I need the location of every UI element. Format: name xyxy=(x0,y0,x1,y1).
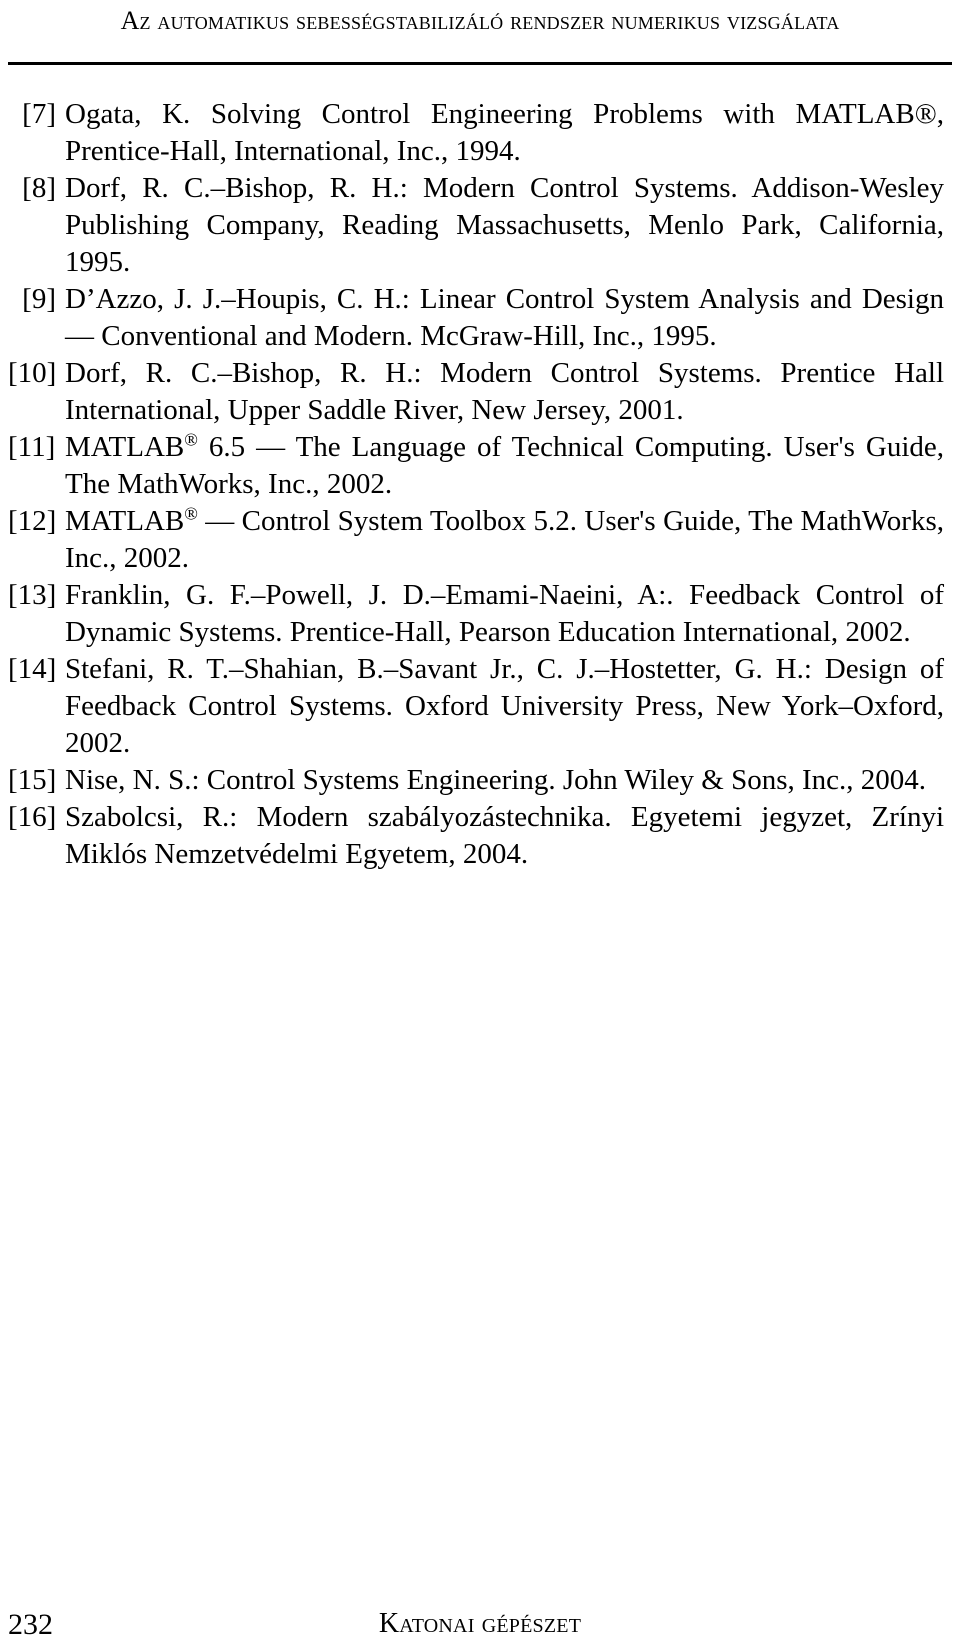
reference-text: Stefani, R. T.–Shahian, B.–Savant Jr., C… xyxy=(65,653,944,759)
header-rule xyxy=(8,62,952,65)
reference-label: [14] xyxy=(8,653,57,685)
reference-label: [12] xyxy=(8,505,57,537)
reference-entry: [16] Szabolcsi, R.: Modern szabályozáste… xyxy=(8,799,944,873)
reference-entry: [15] Nise, N. S.: Control Systems Engine… xyxy=(8,762,944,799)
reference-text: D’Azzo, J. J.–Houpis, C. H.: Linear Cont… xyxy=(65,283,944,352)
reference-label: [10] xyxy=(8,357,57,389)
registered-trademark-icon: ® xyxy=(914,98,937,130)
reference-entry: [12] MATLAB® — Control System Toolbox 5.… xyxy=(8,503,944,577)
reference-entry: [10] Dorf, R. C.–Bishop, R. H.: Modern C… xyxy=(8,355,944,429)
reference-label: [16] xyxy=(8,801,57,833)
reference-text-part: Ogata, K. Solving Control Engineering Pr… xyxy=(65,98,915,130)
reference-list: [7] Ogata, K. Solving Control Engineerin… xyxy=(8,96,944,873)
reference-text: Nise, N. S.: Control Systems Engineering… xyxy=(65,764,927,796)
reference-text: Dorf, R. C.–Bishop, R. H.: Modern Contro… xyxy=(65,172,944,278)
reference-entry: [14] Stefani, R. T.–Shahian, B.–Savant J… xyxy=(8,651,944,762)
reference-entry: [8] Dorf, R. C.–Bishop, R. H.: Modern Co… xyxy=(8,170,944,281)
reference-label: [9] xyxy=(22,283,56,315)
reference-text: Franklin, G. F.–Powell, J. D.–Emami-Naei… xyxy=(65,579,944,648)
reference-entry: [11] MATLAB® 6.5 — The Language of Techn… xyxy=(8,429,944,503)
reference-entry: [7] Ogata, K. Solving Control Engineerin… xyxy=(8,96,944,170)
reference-text: Szabolcsi, R.: Modern szabályozástechnik… xyxy=(65,801,944,870)
reference-label: [15] xyxy=(8,764,57,796)
document-page: Az automatikus sebességstabilizáló rends… xyxy=(0,0,960,1647)
reference-text: MATLAB® — Control System Toolbox 5.2. Us… xyxy=(65,503,944,577)
reference-label: [13] xyxy=(8,579,57,611)
reference-text: MATLAB® 6.5 — The Language of Technical … xyxy=(65,429,944,503)
reference-text: Ogata, K. Solving Control Engineering Pr… xyxy=(65,96,944,170)
registered-trademark-icon: ® xyxy=(184,429,198,450)
running-head: Az automatikus sebességstabilizáló rends… xyxy=(120,6,840,35)
registered-trademark-icon: ® xyxy=(184,503,198,524)
reference-text: Dorf, R. C.–Bishop, R. H.: Modern Contro… xyxy=(65,357,944,426)
reference-text-part: MATLAB xyxy=(65,431,185,463)
reference-label: [11] xyxy=(8,431,56,463)
footer-journal-title: Katonai gépészet xyxy=(378,1608,582,1639)
reference-label: [7] xyxy=(22,98,56,130)
reference-text-part: MATLAB xyxy=(65,505,185,537)
reference-entry: [9] D’Azzo, J. J.–Houpis, C. H.: Linear … xyxy=(8,281,944,355)
reference-entry: [13] Franklin, G. F.–Powell, J. D.–Emami… xyxy=(8,577,944,651)
reference-label: [8] xyxy=(22,172,56,204)
